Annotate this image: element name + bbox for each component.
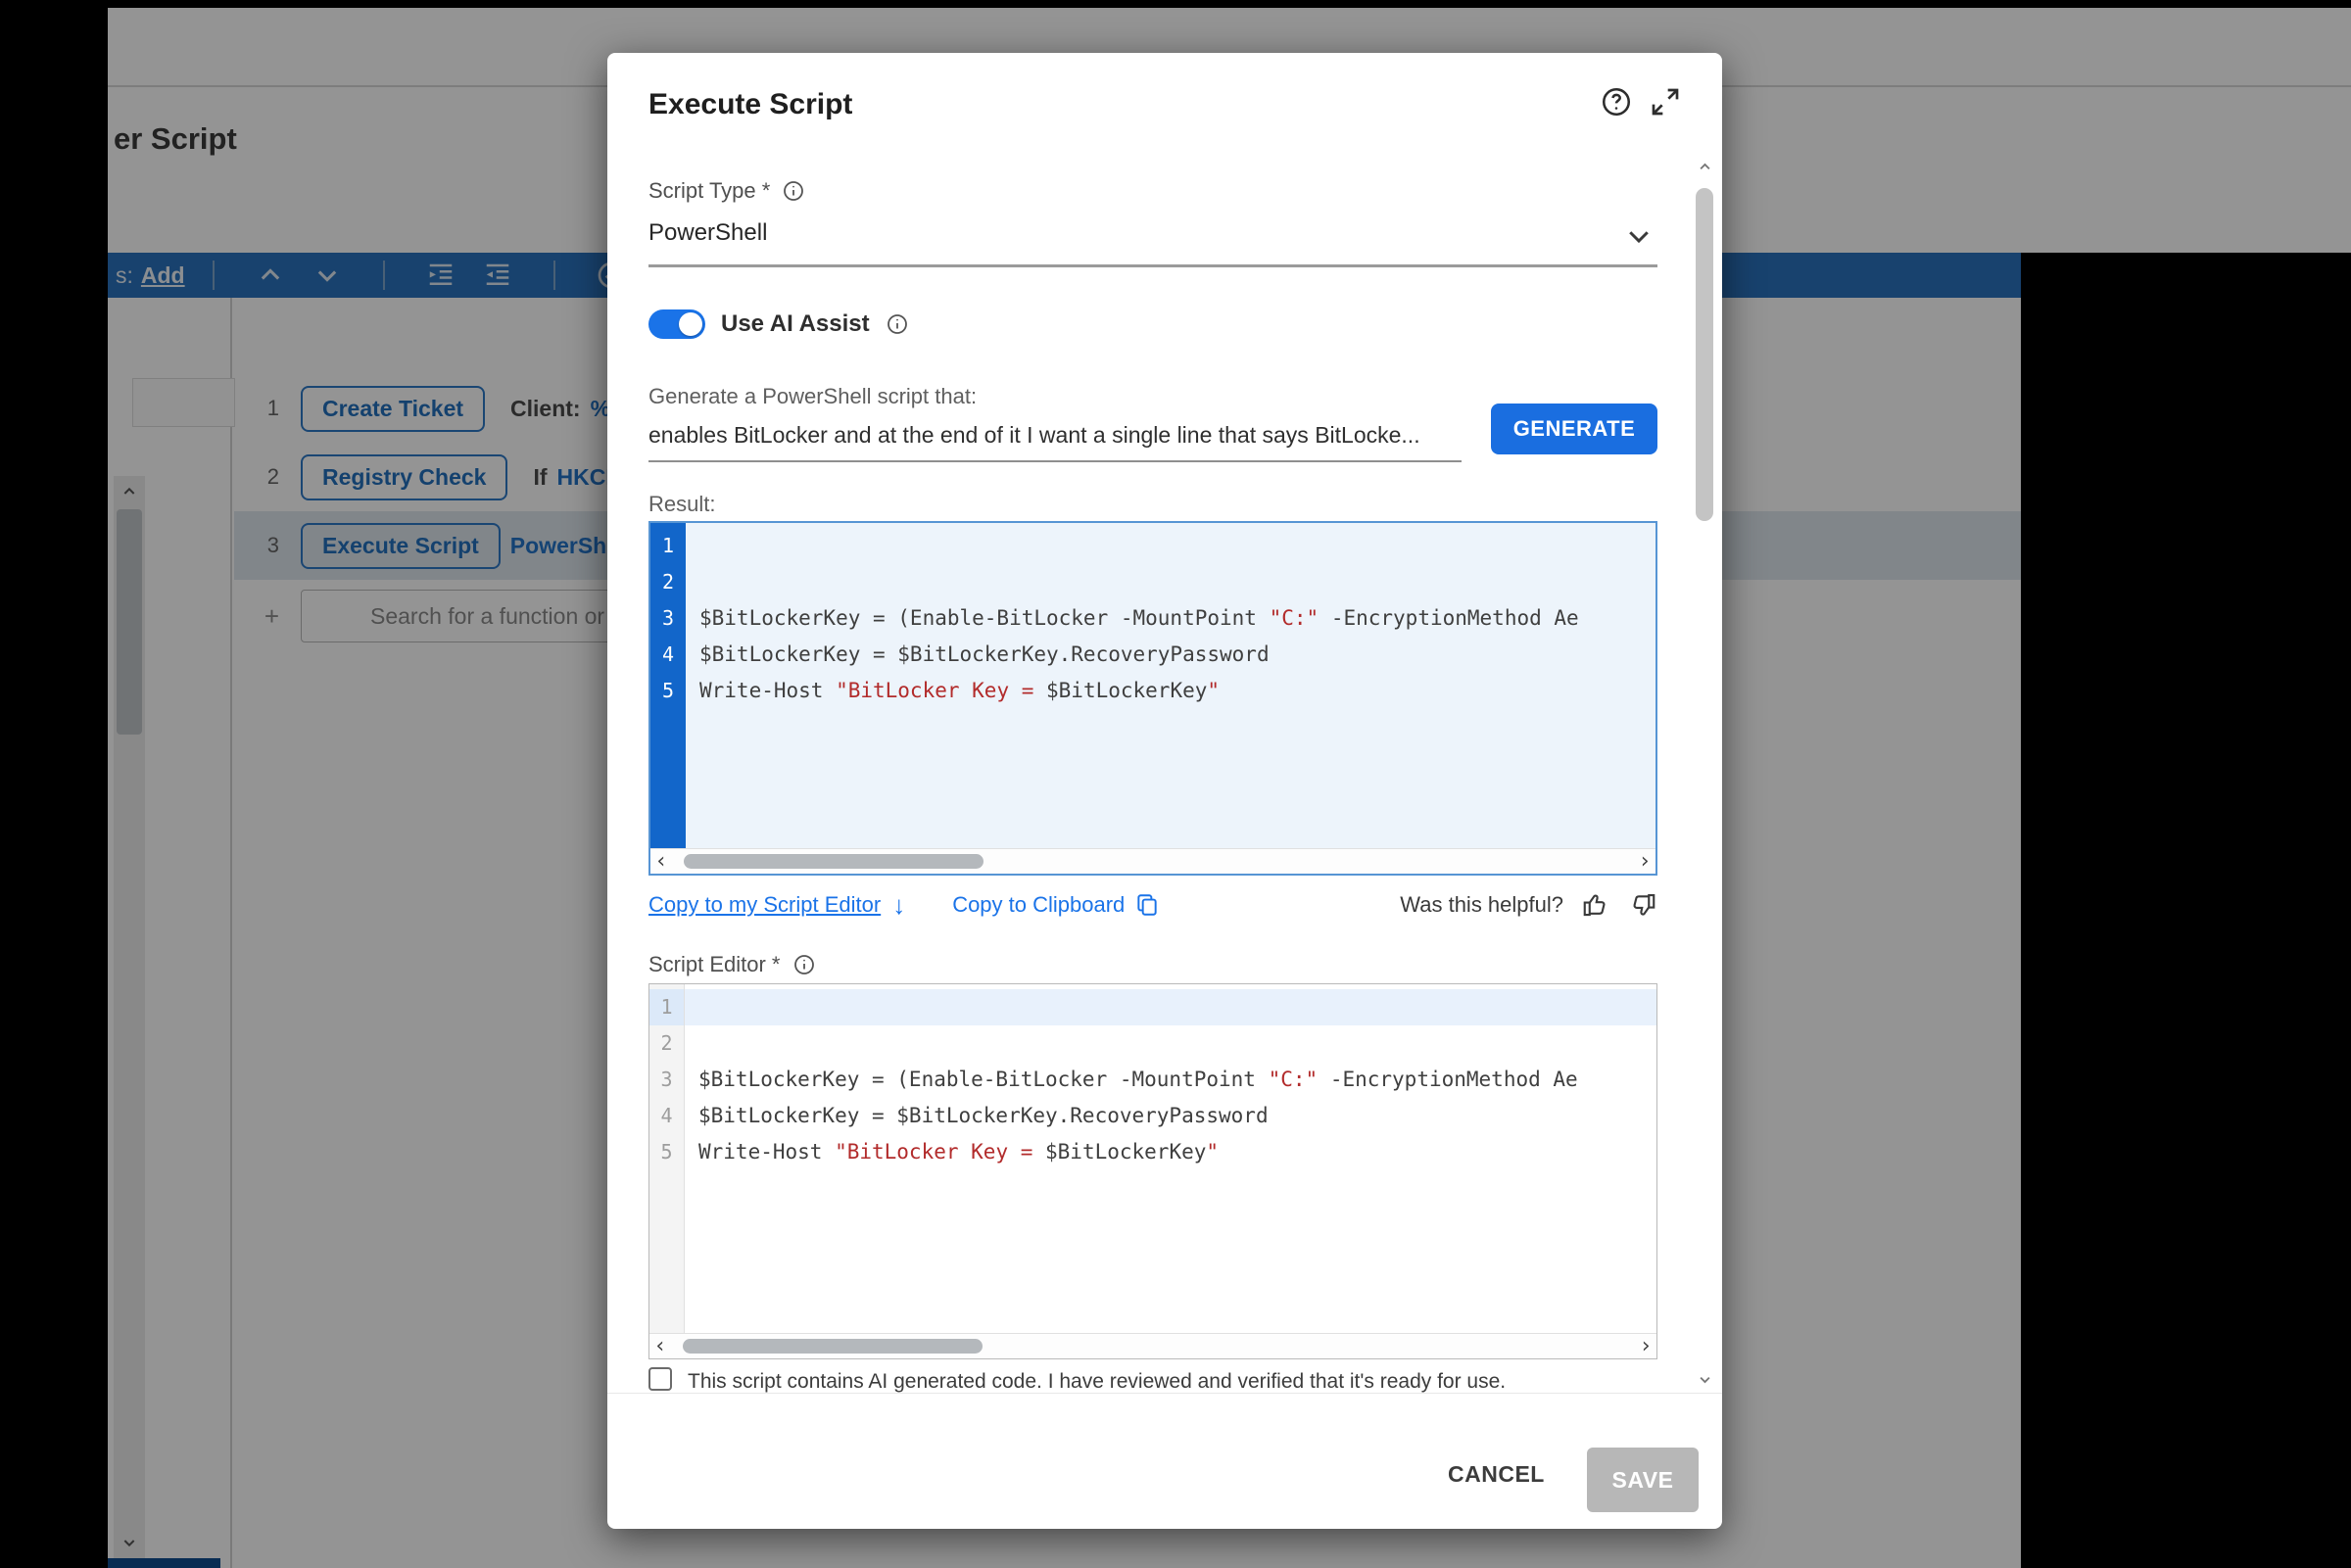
scroll-up-icon[interactable] — [1693, 155, 1716, 178]
execute-script-dialog: Execute Script Script Type * PowerShell — [607, 53, 1722, 1529]
line-number: 5 — [649, 1134, 684, 1170]
result-code-editor[interactable]: 12345 $BitLockerKey = (Enable-BitLocker … — [648, 521, 1657, 876]
line-number: 2 — [649, 1025, 684, 1062]
code-line[interactable]: $BitLockerKey = $BitLockerKey.RecoveryPa… — [685, 1098, 1656, 1134]
line-number: 2 — [650, 564, 686, 600]
ai-checkbox-label: This script contains AI generated code. … — [688, 1367, 1506, 1393]
scrollbar-thumb[interactable] — [684, 854, 984, 869]
info-icon[interactable] — [886, 312, 909, 336]
download-arrow-icon[interactable]: ↓ — [892, 890, 905, 921]
line-number: 4 — [650, 637, 686, 673]
helpful-row: Was this helpful? — [1400, 890, 1657, 920]
thumbs-down-icon[interactable] — [1628, 890, 1657, 920]
code-area[interactable]: $BitLockerKey = (Enable-BitLocker -Mount… — [686, 523, 1655, 848]
helpful-label: Was this helpful? — [1400, 892, 1563, 918]
footer-divider — [607, 1393, 1722, 1394]
select-underline — [648, 264, 1657, 267]
dialog-vertical-scrollbar[interactable] — [1693, 155, 1716, 1391]
scroll-right-icon[interactable]: › — [1635, 1334, 1656, 1358]
horizontal-scrollbar[interactable]: ‹ › — [650, 848, 1655, 874]
line-number: 3 — [650, 600, 686, 637]
ai-assist-toggle[interactable] — [648, 309, 705, 339]
expand-icon[interactable] — [1648, 84, 1683, 119]
code-line[interactable] — [685, 1025, 1656, 1062]
chevron-down-icon[interactable] — [1624, 221, 1654, 251]
scroll-left-icon[interactable]: ‹ — [650, 849, 672, 874]
code-line[interactable]: Write-Host "BitLocker Key = $BitLockerKe… — [685, 1134, 1656, 1170]
generate-prompt-input[interactable] — [648, 413, 1460, 456]
script-type-label-row: Script Type * — [648, 178, 805, 204]
line-number: 3 — [649, 1062, 684, 1098]
cancel-button[interactable]: CANCEL — [1448, 1461, 1545, 1488]
code-line[interactable] — [685, 989, 1656, 1025]
screen: er Script s: Add — [0, 0, 2351, 1568]
result-label: Result: — [648, 492, 715, 517]
save-button[interactable]: SAVE — [1587, 1448, 1699, 1512]
scroll-right-icon[interactable]: › — [1634, 849, 1655, 874]
scrollbar-thumb[interactable] — [1696, 188, 1713, 521]
line-number: 5 — [650, 673, 686, 709]
copy-to-clipboard-link[interactable]: Copy to Clipboard — [952, 892, 1160, 918]
copy-to-script-editor-link[interactable]: Copy to my Script Editor — [648, 892, 881, 918]
ai-assist-row: Use AI Assist — [648, 309, 909, 339]
script-editor-label: Script Editor * — [648, 952, 781, 977]
toggle-knob — [679, 312, 702, 336]
script-type-select[interactable]: PowerShell — [648, 219, 767, 247]
scrollbar-thumb[interactable] — [683, 1339, 983, 1354]
line-number-gutter: 12345 — [650, 523, 686, 848]
ai-assist-label: Use AI Assist — [721, 310, 870, 338]
code-line[interactable]: $BitLockerKey = $BitLockerKey.RecoveryPa… — [686, 637, 1655, 673]
dialog-title: Execute Script — [648, 88, 852, 121]
generate-prompt-label: Generate a PowerShell script that: — [648, 384, 977, 409]
line-number: 1 — [649, 989, 684, 1025]
line-number-gutter: 12345 — [649, 984, 685, 1333]
code-line[interactable]: $BitLockerKey = (Enable-BitLocker -Mount… — [685, 1062, 1656, 1098]
scroll-left-icon[interactable]: ‹ — [649, 1334, 671, 1358]
ai-checkbox-clip: This script contains AI generated code. … — [648, 1367, 1638, 1393]
script-type-label: Script Type * — [648, 178, 770, 204]
copy-icon — [1134, 892, 1160, 918]
input-underline — [648, 460, 1462, 462]
code-line[interactable]: Write-Host "BitLocker Key = $BitLockerKe… — [686, 673, 1655, 709]
generate-button[interactable]: GENERATE — [1491, 404, 1657, 454]
script-editor-label-row: Script Editor * — [648, 952, 816, 977]
line-number: 1 — [650, 528, 686, 564]
horizontal-scrollbar[interactable]: ‹ › — [649, 1333, 1656, 1358]
thumbs-up-icon[interactable] — [1581, 890, 1610, 920]
code-line[interactable]: $BitLockerKey = (Enable-BitLocker -Mount… — [686, 600, 1655, 637]
script-code-editor[interactable]: 12345 $BitLockerKey = (Enable-BitLocker … — [648, 983, 1657, 1359]
ai-checkbox-row: This script contains AI generated code. … — [648, 1367, 1638, 1393]
ai-code-checkbox[interactable] — [648, 1367, 672, 1391]
code-area[interactable]: $BitLockerKey = (Enable-BitLocker -Mount… — [685, 984, 1656, 1333]
help-icon[interactable] — [1599, 84, 1634, 119]
result-actions-row: Copy to my Script Editor ↓ Copy to Clipb… — [648, 887, 1657, 923]
info-icon[interactable] — [782, 179, 805, 203]
code-line[interactable] — [686, 528, 1655, 564]
scroll-down-icon[interactable] — [1693, 1367, 1716, 1391]
line-number: 4 — [649, 1098, 684, 1134]
code-line[interactable] — [686, 564, 1655, 600]
info-icon[interactable] — [792, 953, 816, 976]
